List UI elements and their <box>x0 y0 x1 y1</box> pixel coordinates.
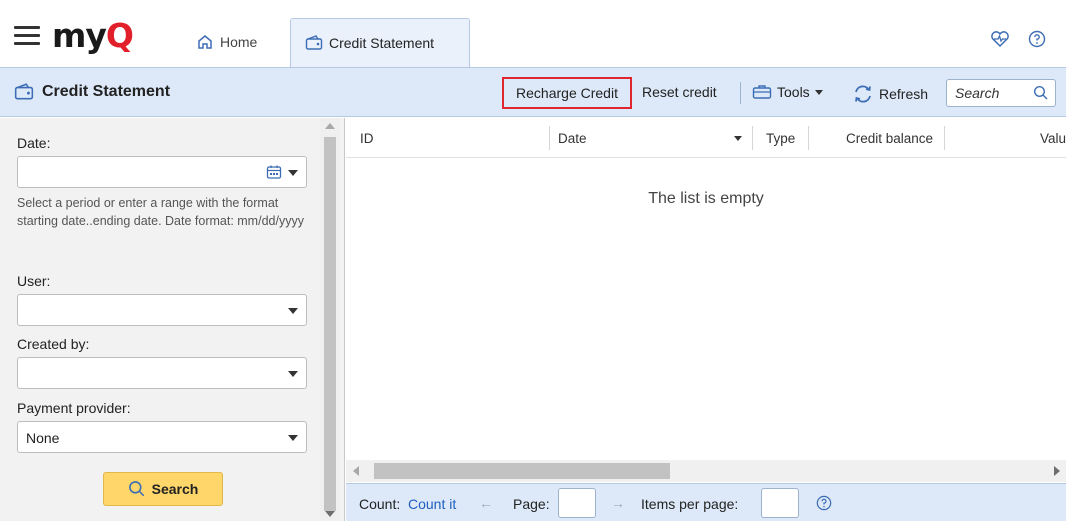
pagination-footer: Count: Count it ← Page: → Items per page… <box>346 483 1066 521</box>
sort-arrow-icon[interactable] <box>734 136 742 141</box>
chevron-down-icon[interactable] <box>288 170 298 176</box>
scrollbar-thumb[interactable] <box>324 137 336 511</box>
toolbox-icon <box>752 85 772 99</box>
count-it-link[interactable]: Count it <box>408 496 456 512</box>
recharge-credit-button[interactable]: Recharge Credit <box>502 77 632 109</box>
scroll-down-arrow-icon[interactable] <box>325 511 335 517</box>
tools-dropdown[interactable]: Tools <box>752 84 823 100</box>
tab-home[interactable]: Home <box>196 30 257 54</box>
reset-credit-label: Reset credit <box>642 84 717 100</box>
column-id[interactable]: ID <box>360 131 374 146</box>
date-label: Date: <box>17 135 51 151</box>
page-input[interactable] <box>558 488 596 518</box>
items-per-page-input[interactable] <box>761 488 799 518</box>
user-select[interactable] <box>17 294 307 326</box>
payment-provider-select[interactable]: None <box>17 421 307 453</box>
reset-credit-button[interactable]: Reset credit <box>642 84 717 100</box>
top-icons <box>990 30 1046 48</box>
heartbeat-icon[interactable] <box>990 30 1010 48</box>
column-separator[interactable] <box>808 126 809 150</box>
tools-label: Tools <box>777 84 810 100</box>
date-hint: Select a period or enter a range with th… <box>17 196 304 228</box>
chevron-down-icon <box>288 308 298 314</box>
scrollbar-thumb[interactable] <box>374 463 670 479</box>
column-value[interactable]: Valu <box>1040 131 1066 146</box>
search-button[interactable]: Search <box>103 472 223 506</box>
calendar-icon[interactable] <box>266 164 282 180</box>
search-icon[interactable] <box>1033 85 1049 101</box>
previous-page-arrow-icon[interactable]: ← <box>479 495 493 511</box>
home-icon <box>198 35 212 49</box>
toolbar-search[interactable] <box>946 79 1056 107</box>
chevron-down-icon <box>288 371 298 377</box>
myq-logo[interactable]: myQ <box>52 18 134 54</box>
created-by-label: Created by: <box>17 336 90 352</box>
payment-provider-label: Payment provider: <box>17 400 131 416</box>
payment-provider-value: None <box>26 430 60 446</box>
next-page-arrow-icon[interactable]: → <box>611 495 625 511</box>
column-separator[interactable] <box>944 126 945 150</box>
filter-panel: Date: Select a period or enter a range w… <box>0 118 345 521</box>
help-icon[interactable] <box>1028 30 1046 48</box>
column-separator[interactable] <box>752 126 753 150</box>
column-type[interactable]: Type <box>766 131 795 146</box>
refresh-icon <box>855 85 871 103</box>
scroll-right-arrow-icon[interactable] <box>1054 466 1060 476</box>
date-field[interactable] <box>17 156 307 188</box>
page-label: Page: <box>513 496 550 512</box>
page-title: Credit Statement <box>14 83 170 101</box>
items-per-page-label: Items per page: <box>641 496 739 512</box>
search-button-label: Search <box>151 481 199 497</box>
user-label: User: <box>17 273 51 289</box>
grid-horizontal-scrollbar[interactable] <box>346 460 1066 482</box>
tab-home-label: Home <box>220 34 258 50</box>
hamburger-menu-icon[interactable] <box>14 26 40 45</box>
count-label: Count: <box>359 496 401 512</box>
chevron-down-icon <box>288 435 298 441</box>
chevron-down-icon <box>814 89 823 95</box>
wallet-icon <box>14 83 34 100</box>
help-icon[interactable] <box>816 495 832 511</box>
wallet-icon <box>305 35 323 50</box>
filter-panel-scrollbar[interactable] <box>320 118 340 521</box>
scroll-up-arrow-icon[interactable] <box>325 123 335 129</box>
page-title-text: Credit Statement <box>42 83 171 100</box>
column-date[interactable]: Date <box>558 131 587 146</box>
toolbar-separator <box>740 82 741 104</box>
refresh-label: Refresh <box>879 86 929 102</box>
column-credit-balance[interactable]: Credit balance <box>846 131 933 146</box>
top-bar: myQ Home Credit Statement <box>0 0 1066 67</box>
tab-credit-statement[interactable]: Credit Statement <box>290 18 470 67</box>
created-by-select[interactable] <box>17 357 307 389</box>
empty-list-message: The list is empty <box>648 190 764 207</box>
toolbar-search-input[interactable] <box>955 85 1035 101</box>
scroll-left-arrow-icon[interactable] <box>353 466 359 476</box>
refresh-button[interactable]: Refresh <box>852 84 928 104</box>
tab-credit-label: Credit Statement <box>329 35 435 51</box>
search-icon <box>128 481 144 497</box>
column-separator[interactable] <box>549 126 550 150</box>
grid-header: ID Date Type Credit balance Valu <box>346 118 1066 158</box>
toolbar: Credit Statement Recharge Credit Reset c… <box>0 67 1066 117</box>
